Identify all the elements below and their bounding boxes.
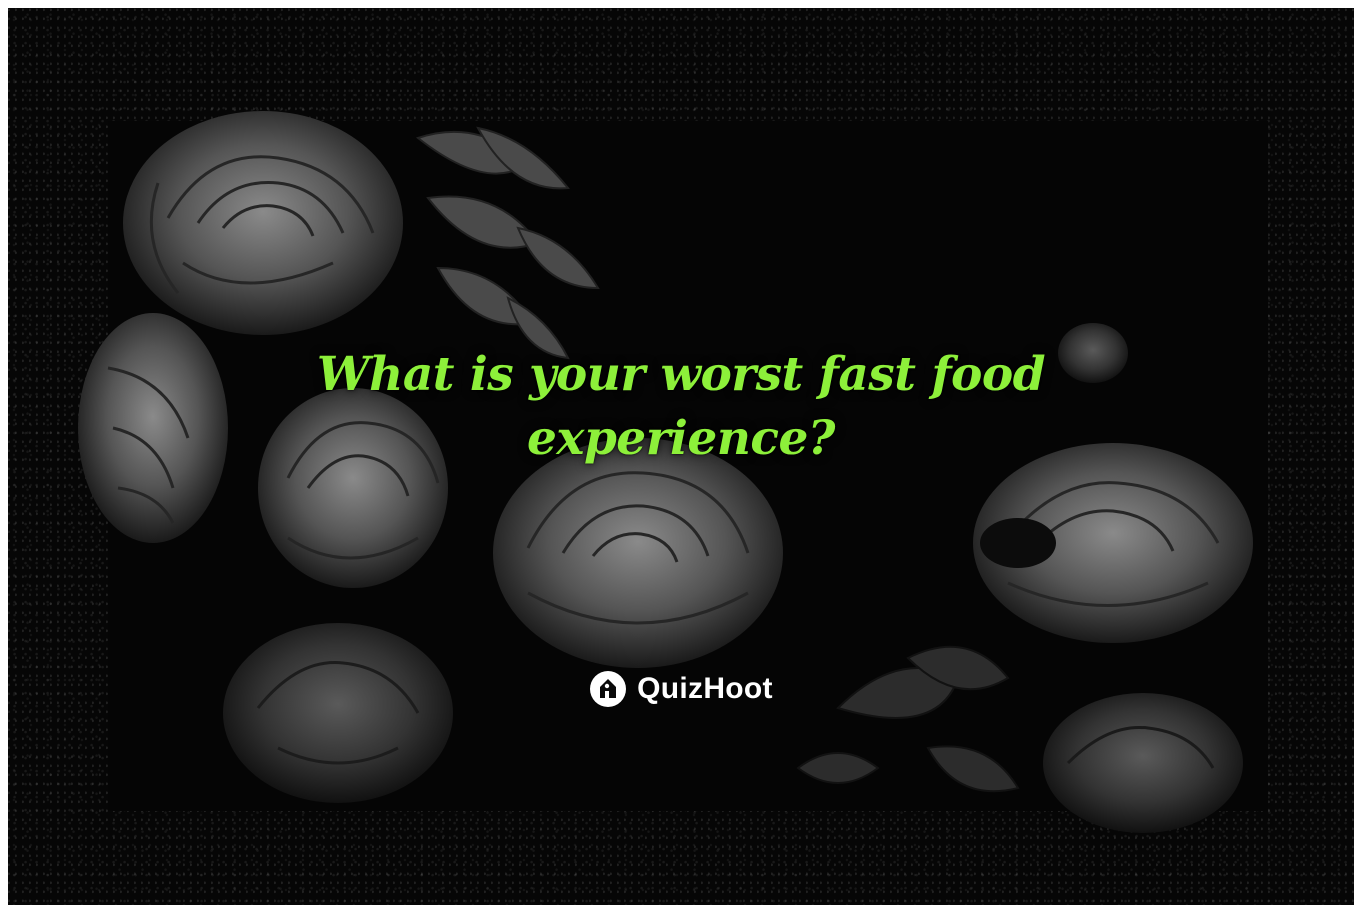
question-line-2: experience? <box>527 411 835 466</box>
quizhoot-logo-icon <box>590 671 627 707</box>
foliage-bottom-middle <box>796 645 1020 793</box>
leaf-cluster-top <box>415 126 600 360</box>
rose-top-left <box>123 111 403 335</box>
rose-bottom-right <box>1043 693 1243 833</box>
brand-logo: QuizHoot <box>8 670 1354 708</box>
question-line-1: What is your worst fast food <box>316 347 1046 402</box>
brand-name: QuizHoot <box>637 672 773 705</box>
quiz-question-title: What is your worst fast food experience? <box>8 343 1354 471</box>
rose-center <box>493 438 783 668</box>
rose-bottom-left <box>223 623 453 803</box>
poster-frame: What is your worst fast food experience?… <box>8 8 1354 905</box>
rose-right <box>973 443 1253 643</box>
